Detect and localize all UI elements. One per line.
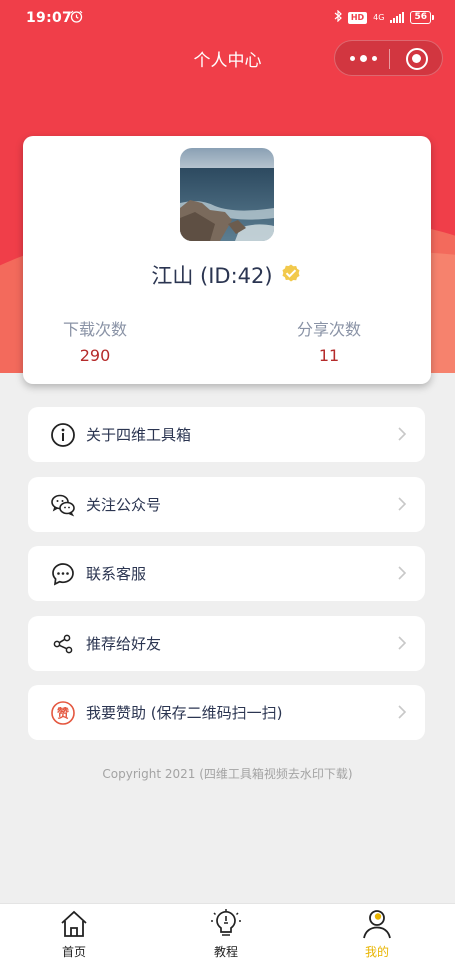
menu-label: 联系客服	[86, 565, 147, 583]
tab-home[interactable]: 首页	[39, 904, 109, 963]
chevron-right-icon	[397, 565, 407, 581]
status-indicators: HD 4G 56	[334, 9, 434, 25]
network-type: 4G	[373, 12, 385, 22]
username: 江山 (ID:42)	[151, 264, 273, 288]
tab-bar: 首页 教程 我的	[0, 903, 455, 963]
avatar[interactable]	[180, 148, 274, 241]
status-bar: 19:07 HD 4G 56	[0, 0, 455, 38]
menu-item-about[interactable]: 关于四维工具箱	[28, 407, 425, 462]
menu-label: 关于四维工具箱	[86, 426, 192, 444]
lightbulb-icon	[210, 908, 242, 940]
stat-value: 290	[79, 346, 111, 365]
battery-level: 56	[414, 12, 427, 22]
menu-item-customer-service[interactable]: 联系客服	[28, 546, 425, 601]
username-row: 江山 (ID:42)	[23, 260, 431, 290]
info-icon	[50, 422, 76, 448]
mini-program-capsule	[334, 40, 443, 76]
menu-label: 关注公众号	[86, 496, 162, 514]
tab-label: 首页	[61, 945, 86, 959]
stat-shares: 分享次数 11	[227, 316, 431, 365]
menu-item-follow-account[interactable]: 关注公众号	[28, 477, 425, 532]
home-icon	[58, 908, 90, 940]
more-dots-icon[interactable]	[349, 52, 377, 66]
chevron-right-icon	[397, 426, 407, 442]
battery-icon: 56	[410, 11, 434, 24]
sponsor-icon: 赞	[50, 700, 76, 726]
stat-label: 分享次数	[296, 320, 361, 339]
tab-label: 我的	[364, 945, 389, 959]
profile-card: 江山 (ID:42) 下载次数 290 分享次数 11	[23, 136, 431, 384]
stat-value: 11	[318, 346, 340, 365]
chevron-right-icon	[397, 704, 407, 720]
alarm-clock-icon	[70, 10, 83, 27]
wechat-icon	[50, 492, 76, 518]
verified-badge-icon	[279, 261, 303, 290]
target-close-icon[interactable]	[406, 48, 428, 70]
tab-label: 教程	[213, 945, 238, 959]
share-icon	[50, 631, 76, 657]
menu-item-sponsor[interactable]: 赞 我要赞助 (保存二维码扫一扫)	[28, 685, 425, 740]
menu-label: 推荐给好友	[86, 635, 162, 653]
chat-bubble-icon	[50, 561, 76, 587]
menu-item-recommend[interactable]: 推荐给好友	[28, 616, 425, 671]
tab-tutorial[interactable]: 教程	[191, 904, 261, 963]
user-icon	[361, 908, 393, 940]
stat-downloads: 下载次数 290	[0, 316, 197, 365]
copyright-text: Copyright 2021 (四维工具箱视频去水印下载)	[102, 767, 353, 781]
bluetooth-icon	[334, 9, 342, 25]
chevron-right-icon	[397, 496, 407, 512]
tab-mine[interactable]: 我的	[342, 904, 412, 963]
sponsor-icon-text: 赞	[56, 706, 69, 721]
stat-label: 下载次数	[62, 320, 127, 339]
status-time: 19:07	[26, 10, 73, 26]
menu-label: 我要赞助 (保存二维码扫一扫)	[86, 704, 283, 722]
capsule-divider	[389, 49, 390, 69]
hd-badge: HD	[347, 11, 368, 24]
signal-icon	[390, 12, 405, 23]
chevron-right-icon	[397, 635, 407, 651]
